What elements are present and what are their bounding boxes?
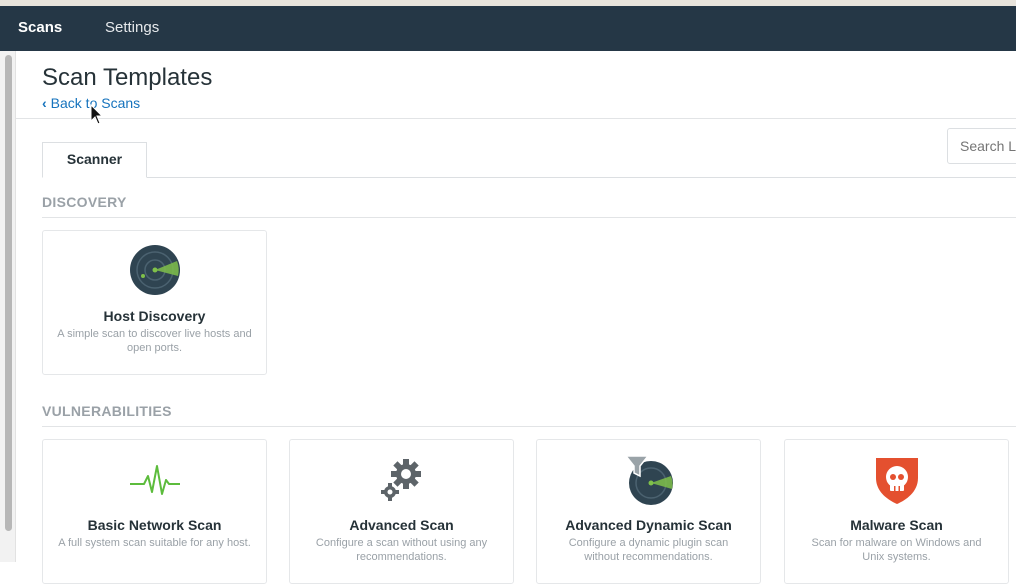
top-navbar: Scans Settings — [0, 6, 1016, 51]
nav-tab-settings[interactable]: Settings — [105, 19, 159, 36]
card-description: Configure a dynamic plugin scan without … — [568, 537, 729, 563]
card-title: Basic Network Scan — [87, 517, 222, 533]
card-description: Configure a scan without using any recom… — [315, 537, 488, 563]
card-description: Scan for malware on Windows and Unix sys… — [811, 537, 982, 563]
section-title-vulnerabilities: VULNERABILITIES — [42, 403, 172, 419]
card-description: A simple scan to discover live hosts and… — [57, 328, 252, 354]
search-library-input[interactable] — [947, 128, 1016, 164]
template-card-advanced-dynamic-scan[interactable]: Advanced Dynamic Scan Configure a dynami… — [536, 439, 761, 584]
page-title: Scan Templates — [42, 64, 213, 91]
template-card-basic-network-scan[interactable]: Basic Network Scan A full system scan su… — [42, 439, 267, 584]
card-title: Host Discovery — [103, 308, 206, 324]
chevron-left-icon: ‹ — [42, 95, 47, 111]
card-title: Advanced Scan — [349, 517, 454, 533]
tab-scanner[interactable]: Scanner — [42, 142, 147, 178]
radar-icon — [128, 243, 182, 297]
card-title: Advanced Dynamic Scan — [565, 517, 732, 533]
template-card-malware-scan[interactable]: Malware Scan Scan for malware on Windows… — [784, 439, 1009, 584]
card-title: Malware Scan — [850, 517, 943, 533]
header-divider — [16, 118, 1016, 119]
section-divider — [42, 217, 1016, 218]
mouse-cursor-icon — [90, 103, 104, 126]
card-description: A full system scan suitable for any host… — [58, 537, 251, 549]
nav-tab-scans[interactable]: Scans — [18, 19, 62, 36]
gears-icon — [375, 452, 429, 506]
template-card-advanced-scan[interactable]: Advanced Scan Configure a scan without u… — [289, 439, 514, 584]
skull-shield-icon — [870, 452, 924, 506]
scrollbar-thumb[interactable] — [5, 55, 12, 531]
template-card-host-discovery[interactable]: Host Discovery A simple scan to discover… — [42, 230, 267, 375]
section-divider — [42, 426, 1016, 427]
tabs-divider — [42, 177, 1016, 178]
pulse-icon — [128, 452, 182, 506]
vertical-scrollbar[interactable] — [0, 51, 16, 562]
section-title-discovery: DISCOVERY — [42, 194, 127, 210]
radar-filter-icon — [622, 452, 676, 506]
